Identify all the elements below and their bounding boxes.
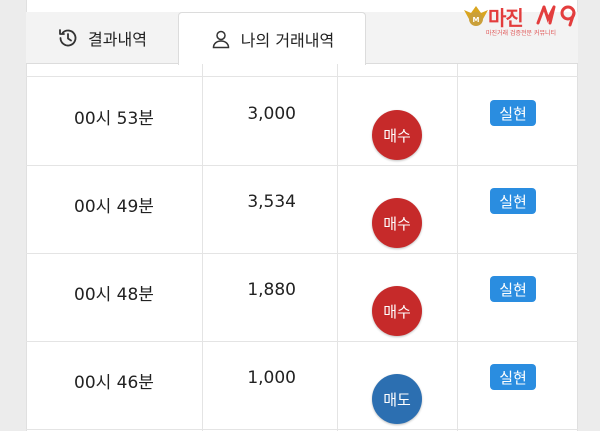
tab-my-trades-label: 나의 거래내역 [240, 31, 335, 50]
status-badge: 실현 [490, 364, 536, 390]
table-row: 00시 49분 3,534 매수 실현 [26, 166, 578, 254]
tab-my-trades[interactable]: 나의 거래내역 [178, 12, 366, 65]
table-row-partial [26, 64, 578, 77]
trade-amount: 1,880 [247, 280, 296, 300]
history-icon [57, 27, 79, 49]
trade-time: 00시 53분 [74, 109, 154, 129]
sell-button[interactable]: 매도 [372, 374, 422, 424]
eagle-emblem-icon: M [464, 6, 488, 26]
status-badge: 실현 [490, 100, 536, 126]
logo-text: 마진 [488, 6, 524, 30]
trade-amount: 3,534 [247, 192, 296, 212]
buy-button[interactable]: 매수 [372, 198, 422, 248]
logo-subtitle: 마진거래 검증전문 커뮤니티 [486, 30, 557, 37]
svg-text:M: M [473, 16, 480, 24]
status-badge: 실현 [490, 188, 536, 214]
trade-time: 00시 49분 [74, 197, 154, 217]
trade-history-table: 00시 53분 3,000 매수 실현 00시 49분 3,534 매수 실현 00시 48분 1… [26, 64, 578, 431]
trade-time: 00시 48분 [74, 285, 154, 305]
trade-amount: 3,000 [247, 104, 296, 124]
status-badge: 실현 [490, 276, 536, 302]
buy-button[interactable]: 매수 [372, 110, 422, 160]
table-row: 00시 53분 3,000 매수 실현 [26, 78, 578, 166]
table-row: 00시 48분 1,880 매수 실현 [26, 254, 578, 342]
table-row: 00시 46분 1,000 매도 실현 [26, 342, 578, 430]
trade-amount: 1,000 [247, 368, 296, 388]
site-logo: M 마진 마진거래 검증전문 커뮤니티 [462, 2, 598, 38]
user-icon [210, 28, 232, 50]
trade-time: 00시 46분 [74, 373, 154, 393]
tab-results-history-label: 결과내역 [88, 30, 147, 49]
tab-results-history[interactable]: 결과내역 [26, 12, 178, 64]
buy-button[interactable]: 매수 [372, 286, 422, 336]
